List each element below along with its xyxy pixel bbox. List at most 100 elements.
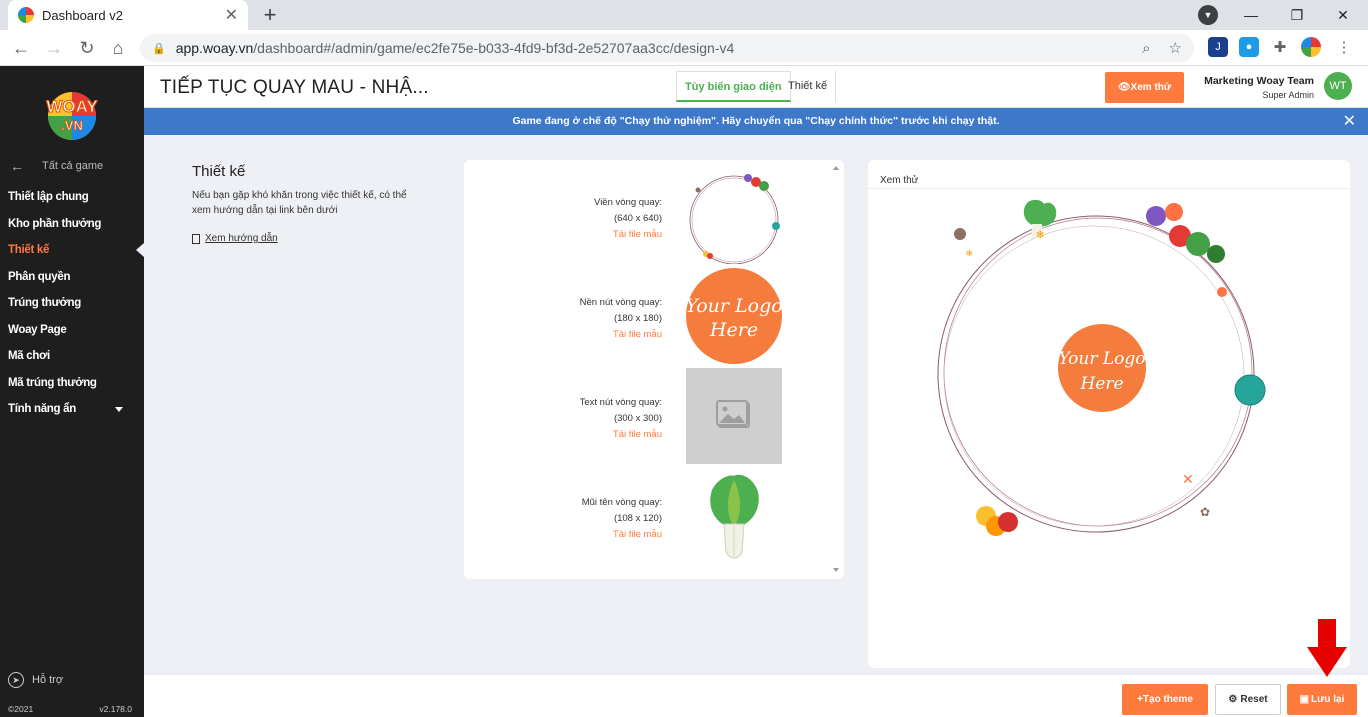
url-host: app.woay.vn bbox=[175, 40, 254, 56]
wheel-border-image[interactable] bbox=[686, 168, 782, 264]
svg-text:WOAY: WOAY bbox=[46, 97, 98, 116]
woay-logo[interactable]: WOAY .VN bbox=[32, 82, 112, 142]
arrow-left-icon: ← bbox=[10, 158, 24, 174]
download-template-link[interactable]: Tải file mẫu bbox=[580, 327, 662, 343]
design-description: Nếu bạn gặp khó khăn trong việc thiết kế… bbox=[192, 190, 407, 216]
svg-text:Here: Here bbox=[1079, 374, 1123, 394]
hidden-features-label: Tính năng ẩn bbox=[8, 403, 76, 415]
asset-row-button-background: Nền nút vòng quay: (180 x 180) Tải file … bbox=[464, 268, 834, 364]
sidebar-item-design[interactable]: Thiết kế bbox=[0, 237, 144, 264]
footer-actions: + Tạo theme ⚙ Reset ▣ Lưu lại bbox=[144, 675, 1368, 717]
wheel-preview[interactable]: ✕ ✻ ✻ ✿ Your Logo Here bbox=[936, 196, 1276, 536]
pointer-cabbage-image[interactable] bbox=[686, 468, 782, 564]
back-all-games-link[interactable]: ← Tất cả game bbox=[10, 158, 103, 174]
new-tab-button[interactable]: + bbox=[258, 2, 282, 28]
bookmark-star-icon[interactable]: ☆ bbox=[1169, 39, 1182, 57]
support-link[interactable]: ➤ Hỗ trợ bbox=[8, 672, 63, 688]
restore-icon[interactable]: ❐ bbox=[1274, 0, 1320, 30]
asset-label: Nền nút vòng quay: (180 x 180) Tải file … bbox=[580, 295, 662, 343]
copyright: ©2021 bbox=[8, 704, 34, 714]
sidebar-item-prize-store[interactable]: Kho phần thưởng bbox=[0, 211, 144, 238]
asset-label: Text nút vòng quay: (300 x 300) Tải file… bbox=[580, 395, 662, 443]
download-template-link[interactable]: Tải file mẫu bbox=[580, 427, 662, 443]
asset-row-pointer: Mũi tên vòng quay: (108 x 120) Tải file … bbox=[464, 468, 834, 564]
svg-text:✿: ✿ bbox=[1200, 505, 1210, 519]
svg-text:Here: Here bbox=[709, 319, 758, 341]
asset-size: (640 x 640) bbox=[613, 213, 662, 224]
media-control-icon[interactable]: ▼ bbox=[1198, 5, 1218, 25]
sidebar-item-woay-page[interactable]: Woay Page bbox=[0, 317, 144, 344]
asset-row-wheel-border: Viền vòng quay: (640 x 640) Tải file mẫu bbox=[464, 168, 834, 264]
asset-name: Text nút vòng quay: bbox=[579, 397, 662, 408]
extension-drop-icon[interactable]: ● bbox=[1239, 37, 1259, 57]
browser-toolbar: ← → ↻ ⌂ 🔒 app.woay.vn/dashboard#/admin/g… bbox=[0, 30, 1368, 66]
svg-text:Your Logo: Your Logo bbox=[1058, 349, 1145, 369]
asset-label: Viền vòng quay: (640 x 640) Tải file mẫu bbox=[594, 195, 662, 243]
sidebar-item-general-settings[interactable]: Thiết lập chung bbox=[0, 184, 144, 211]
sidebar-item-play-codes[interactable]: Mã chơi bbox=[0, 343, 144, 370]
zoom-icon[interactable]: ⌕ bbox=[1142, 40, 1150, 57]
asset-name: Nền nút vòng quay: bbox=[579, 297, 662, 308]
address-bar[interactable]: 🔒 app.woay.vn/dashboard#/admin/game/ec2f… bbox=[140, 34, 1194, 62]
browser-tab-title: Dashboard v2 bbox=[42, 7, 123, 23]
home-icon[interactable]: ⌂ bbox=[106, 36, 130, 60]
profile-icon[interactable] bbox=[1301, 37, 1321, 57]
browser-menu-icon[interactable]: ⋮ bbox=[1334, 37, 1354, 57]
page-title: TIẾP TỤC QUAY MAU - NHẬ... bbox=[160, 77, 429, 98]
browser-tab[interactable]: Dashboard v2 ✕ bbox=[8, 0, 248, 30]
user-role: Super Admin bbox=[1262, 90, 1314, 100]
asset-label: Mũi tên vòng quay: (108 x 120) Tải file … bbox=[582, 495, 662, 543]
image-placeholder-icon[interactable] bbox=[686, 368, 782, 464]
window-close-icon[interactable]: ✕ bbox=[1320, 0, 1366, 30]
url-text[interactable]: app.woay.vn/dashboard#/admin/game/ec2fe7… bbox=[176, 40, 1124, 56]
asset-row-button-text: Text nút vòng quay: (300 x 300) Tải file… bbox=[464, 368, 834, 464]
forward-icon[interactable]: → bbox=[42, 36, 66, 60]
preview-label: Xem thử bbox=[880, 175, 919, 186]
back-all-games-label: Tất cả game bbox=[42, 160, 104, 172]
svg-text:Your Logo: Your Logo bbox=[686, 295, 782, 317]
asset-size: (180 x 180) bbox=[613, 313, 662, 324]
divider bbox=[868, 188, 1350, 189]
sidebar-item-winning-codes[interactable]: Mã trúng thưởng bbox=[0, 370, 144, 397]
guide-link-label: Xem hướng dẫn bbox=[205, 233, 278, 244]
red-arrow-down-icon bbox=[1307, 619, 1347, 677]
back-icon[interactable]: ← bbox=[9, 36, 33, 60]
guide-link[interactable]: Xem hướng dẫn bbox=[192, 233, 278, 244]
extension-j-icon[interactable]: J bbox=[1208, 37, 1228, 57]
main-content: Thiết kế Nếu bạn gặp khó khăn trong việc… bbox=[144, 135, 1368, 675]
reload-icon[interactable]: ↻ bbox=[75, 36, 99, 60]
scroll-down-icon[interactable] bbox=[833, 568, 839, 572]
sidebar-item-winners[interactable]: Trúng thưởng bbox=[0, 290, 144, 317]
svg-text:.VN: .VN bbox=[61, 118, 83, 133]
extensions-puzzle-icon[interactable]: ✚ bbox=[1270, 37, 1290, 57]
app-version: v2.178.0 bbox=[99, 704, 132, 714]
compass-icon: ➤ bbox=[8, 672, 24, 688]
tab-customize-interface[interactable]: Tùy biến giao diện bbox=[676, 71, 791, 102]
create-theme-button[interactable]: + Tạo theme bbox=[1122, 684, 1208, 715]
download-template-link[interactable]: Tải file mẫu bbox=[594, 227, 662, 243]
banner-text: Game đang ở chế độ "Chạy thử nghiệm". Hã… bbox=[512, 115, 1000, 127]
save-button[interactable]: ▣ Lưu lại bbox=[1287, 684, 1357, 715]
tab-design[interactable]: Thiết kế bbox=[780, 71, 837, 102]
reset-button[interactable]: ⚙ Reset bbox=[1215, 684, 1281, 715]
sidebar-item-hidden-features[interactable]: Tính năng ẩn bbox=[0, 396, 144, 423]
banner-close-icon[interactable]: ✕ bbox=[1343, 108, 1356, 135]
avatar[interactable]: WT bbox=[1324, 72, 1352, 100]
button-background-image[interactable]: Your Logo Here bbox=[686, 268, 782, 364]
sidebar-item-permissions[interactable]: Phân quyền bbox=[0, 264, 144, 291]
tab-close-icon[interactable]: ✕ bbox=[225, 5, 238, 25]
test-mode-banner: Game đang ở chế độ "Chạy thử nghiệm". Hã… bbox=[144, 108, 1368, 135]
asset-name: Viền vòng quay: bbox=[594, 197, 662, 208]
preview-panel: Xem thử ✕ ✻ ✻ ✿ Your Logo Here bbox=[868, 160, 1350, 668]
preview-button[interactable]: 👁 Xem thử bbox=[1105, 72, 1184, 103]
caret-down-icon bbox=[115, 407, 123, 412]
gear-icon: ⚙ bbox=[1228, 694, 1238, 705]
asset-size: (300 x 300) bbox=[613, 413, 662, 424]
browser-tab-bar: Dashboard v2 ✕ + ▼ — ❐ ✕ bbox=[0, 0, 1368, 30]
asset-size: (108 x 120) bbox=[613, 513, 662, 524]
floppy-icon: ▣ bbox=[1299, 694, 1310, 705]
minimize-icon[interactable]: — bbox=[1228, 0, 1274, 30]
download-template-link[interactable]: Tải file mẫu bbox=[582, 527, 662, 543]
app-header: TIẾP TỤC QUAY MAU - NHẬ... Tùy biến giao… bbox=[144, 66, 1368, 108]
url-path: /dashboard#/admin/game/ec2fe75e-b033-4fd… bbox=[253, 40, 735, 56]
